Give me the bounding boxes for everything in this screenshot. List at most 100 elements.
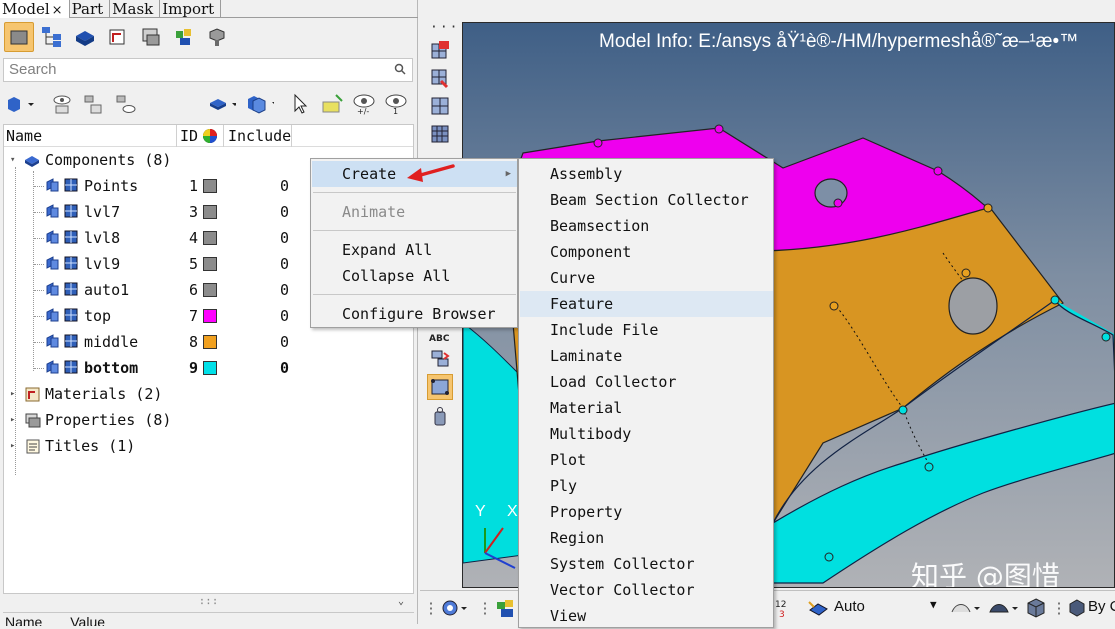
component-color-swatch[interactable]: [203, 335, 217, 349]
mesh-edit-button[interactable]: [428, 38, 452, 62]
chevron-down-icon[interactable]: ⌄: [398, 596, 404, 608]
component-icon: [46, 282, 59, 296]
tab-import[interactable]: Import: [160, 0, 222, 18]
submenu-item-laminate[interactable]: Laminate: [520, 343, 773, 369]
element-filter-button[interactable]: [246, 90, 274, 118]
mesh-delete-button[interactable]: [428, 66, 452, 90]
geometry-style-button[interactable]: [948, 597, 982, 619]
surface-edit-button[interactable]: [427, 374, 453, 400]
assembly-view-button[interactable]: [70, 22, 100, 52]
column-name-header[interactable]: Name: [6, 127, 42, 145]
show-hide-button[interactable]: [48, 90, 76, 118]
submenu-item-property[interactable]: Property: [520, 499, 773, 525]
submenu-item-load-collector[interactable]: Load Collector: [520, 369, 773, 395]
submenu-item-view[interactable]: View: [520, 603, 773, 629]
mesh-grid-button[interactable]: [428, 122, 452, 146]
tree-folder-materials[interactable]: ▸ Materials (2): [4, 381, 413, 407]
component-color-swatch[interactable]: [203, 179, 217, 193]
column-include-header[interactable]: Include: [228, 127, 291, 145]
display-mode-value[interactable]: Auto: [834, 598, 865, 615]
tab-model[interactable]: Model ×: [0, 0, 70, 18]
view-controls-button[interactable]: [438, 597, 472, 619]
menu-item-configure-browser[interactable]: Configure Browser: [312, 301, 517, 327]
element-style-button[interactable]: [986, 597, 1020, 619]
component-include: 0: [280, 307, 290, 325]
renumber-button[interactable]: [428, 346, 452, 370]
isolate-button[interactable]: [80, 90, 108, 118]
column-separator[interactable]: [176, 125, 177, 147]
submenu-item-include-file[interactable]: Include File: [520, 317, 773, 343]
color-by-value[interactable]: By C: [1088, 598, 1115, 615]
column-id-header[interactable]: ID: [180, 127, 198, 145]
search-input[interactable]: Search: [3, 58, 413, 82]
tree-row-component[interactable]: bottom 9 0: [4, 355, 413, 381]
menu-item-expand-all[interactable]: Expand All: [312, 237, 517, 263]
submenu-item-region[interactable]: Region: [520, 525, 773, 551]
component-color-swatch[interactable]: [203, 257, 217, 271]
mesh-icon: [64, 230, 78, 244]
submenu-item-material[interactable]: Material: [520, 395, 773, 421]
search-icon[interactable]: [394, 63, 406, 75]
expand-toggle-icon[interactable]: ▸: [10, 407, 20, 433]
chevron-down-icon[interactable]: ▼: [930, 598, 937, 611]
submenu-item-curve[interactable]: Curve: [520, 265, 773, 291]
tree-row-component[interactable]: middle 8 0: [4, 329, 413, 355]
component-color-swatch[interactable]: [203, 309, 217, 323]
toolbar-grip[interactable]: ⋮: [1052, 597, 1067, 619]
display-mode-button[interactable]: [6, 90, 34, 118]
display-style-button[interactable]: [806, 597, 832, 619]
menu-item-collapse-all[interactable]: Collapse All: [312, 263, 517, 289]
component-name: Points: [84, 177, 139, 195]
component-color-swatch[interactable]: [203, 231, 217, 245]
submenu-item-vector-collector[interactable]: Vector Collector: [520, 577, 773, 603]
tab-mask[interactable]: Mask: [110, 0, 161, 18]
show-one-button[interactable]: 1: [382, 90, 410, 118]
component-color-swatch[interactable]: [203, 361, 217, 375]
column-separator[interactable]: [223, 125, 224, 147]
hierarchy-view-button[interactable]: [37, 22, 67, 52]
highlight-button[interactable]: [318, 90, 346, 118]
tree-folder-properties[interactable]: ▸ Properties (8): [4, 407, 413, 433]
titles-folder-icon: [26, 439, 40, 454]
component-view-button[interactable]: [4, 22, 34, 52]
entity-type-button[interactable]: [208, 90, 236, 118]
tree-guide-line: [34, 342, 44, 343]
toolbar-grip[interactable]: ⋮: [478, 597, 493, 619]
close-icon[interactable]: ×: [52, 3, 63, 18]
solver-view-button[interactable]: [202, 22, 232, 52]
submenu-item-plot[interactable]: Plot: [520, 447, 773, 473]
tree-folder-titles[interactable]: ▸ Titles (1): [4, 433, 413, 459]
mesh-quality-button[interactable]: [428, 94, 452, 118]
submenu-item-system-collector[interactable]: System Collector: [520, 551, 773, 577]
submenu-item-feature[interactable]: Feature: [520, 291, 773, 317]
property-view-button[interactable]: [136, 22, 166, 52]
mesh-icon: [64, 360, 78, 374]
component-color-swatch[interactable]: [203, 205, 217, 219]
column-separator[interactable]: [291, 125, 292, 147]
material-view-button[interactable]: [103, 22, 133, 52]
tab-part[interactable]: Part: [70, 0, 111, 18]
reverse-button[interactable]: [112, 90, 140, 118]
pointer-button[interactable]: [286, 90, 314, 118]
mesh-delete-icon: [431, 69, 449, 89]
submenu-item-beamsection[interactable]: Beamsection: [520, 213, 773, 239]
shaded-cube-button[interactable]: [1024, 597, 1048, 619]
mass-button[interactable]: [428, 404, 452, 428]
submenu-item-ply[interactable]: Ply: [520, 473, 773, 499]
color-wheel-icon[interactable]: [202, 128, 218, 146]
toolbar-grip[interactable]: ⋮: [424, 597, 439, 619]
component-id: 5: [188, 255, 198, 273]
submenu-item-assembly[interactable]: Assembly: [520, 161, 773, 187]
expand-toggle-icon[interactable]: ▸: [10, 433, 20, 459]
include-view-button[interactable]: [169, 22, 199, 52]
panel-splitter[interactable]: ∶∶∶ ⌄: [3, 596, 414, 610]
show-plus-minus-button[interactable]: +/-: [350, 90, 378, 118]
expand-toggle-icon[interactable]: ▸: [10, 381, 20, 407]
submenu-item-beam-section-collector[interactable]: Beam Section Collector: [520, 187, 773, 213]
submenu-item-component[interactable]: Component: [520, 239, 773, 265]
component-color-swatch[interactable]: [203, 283, 217, 297]
visualization-button[interactable]: [492, 597, 520, 619]
color-by-button[interactable]: [1066, 597, 1088, 619]
numbering-button[interactable]: 12 3: [772, 597, 794, 619]
submenu-item-multibody[interactable]: Multibody: [520, 421, 773, 447]
